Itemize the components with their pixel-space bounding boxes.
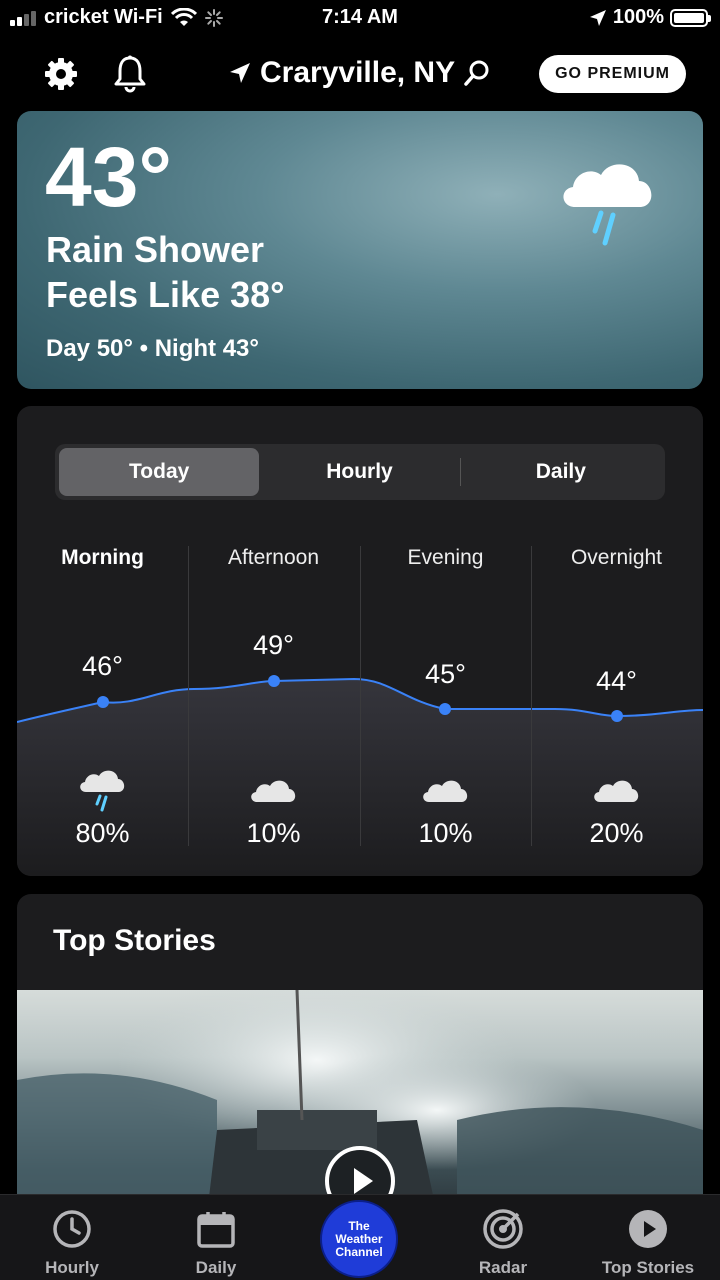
rain-cloud-icon <box>563 164 652 246</box>
tab-bar-radar-label: Radar <box>478 1258 528 1277</box>
tab-bar-top-stories-label: Top Stories <box>601 1258 695 1277</box>
story-video-thumbnail[interactable] <box>17 990 703 1214</box>
current-conditions-card[interactable]: 43° Rain Shower Feels Like 38° Day 50° •… <box>17 111 703 389</box>
period-morning-temp: 46° <box>82 651 123 681</box>
tab-bar-hourly-label: Hourly <box>45 1258 99 1277</box>
battery-icon <box>670 8 711 27</box>
period-evening-temp: 45° <box>425 659 466 689</box>
weather-channel-logo-text: The Weather Channel <box>335 1218 383 1259</box>
period-afternoon-temp: 49° <box>253 630 294 660</box>
current-condition: Rain Shower Feels Like 38° <box>46 227 285 317</box>
notifications-button[interactable] <box>110 54 150 94</box>
period-morning-precip: 80% <box>75 818 130 848</box>
location-selector[interactable]: Craryville, NY <box>228 56 491 90</box>
search-icon[interactable] <box>463 59 491 87</box>
current-temperature: 43° <box>45 130 173 224</box>
tab-bar-daily[interactable]: Daily <box>144 1195 288 1280</box>
cloud-icon <box>360 774 531 822</box>
battery-percent: 100% <box>612 6 664 28</box>
clock-icon <box>50 1207 94 1251</box>
status-bar: cricket Wi-Fi 7:14 AM 100% <box>0 0 720 36</box>
status-right: 100% <box>589 6 711 29</box>
weather-channel-logo-button[interactable]: The Weather Channel <box>320 1200 398 1278</box>
gear-icon <box>45 58 77 90</box>
feels-like-text: Feels Like 38° <box>46 274 285 315</box>
top-stories-title: Top Stories <box>53 924 216 957</box>
tab-bar-top-stories[interactable]: Top Stories <box>576 1195 720 1280</box>
forecast-periods: Morning 46° 80% Afternoon 49° 10% Evenin… <box>17 546 703 848</box>
period-afternoon-precip: 10% <box>246 818 301 848</box>
tab-bar-radar[interactable]: Radar <box>431 1195 575 1280</box>
tab-bar-hourly[interactable]: Hourly <box>0 1195 144 1280</box>
bell-icon <box>114 55 146 93</box>
period-overnight-precip: 20% <box>589 818 644 848</box>
tab-bar-daily-label: Daily <box>195 1258 237 1277</box>
period-afternoon-label: Afternoon <box>227 546 320 569</box>
location-name: Craryville, NY <box>260 56 456 89</box>
condition-text: Rain Shower <box>46 229 265 270</box>
day-night-temps: Day 50° • Night 43° <box>46 335 259 362</box>
top-stories-card: Top Stories <box>17 894 703 1214</box>
go-premium-button[interactable]: GO PREMIUM <box>539 55 686 93</box>
tab-hourly[interactable]: Hourly <box>259 448 459 496</box>
period-overnight-label: Overnight <box>570 546 663 569</box>
calendar-icon <box>194 1207 238 1251</box>
period-evening-label: Evening <box>407 546 484 569</box>
app-header: Craryville, NY GO PREMIUM <box>0 50 720 98</box>
period-overnight-temp: 44° <box>596 666 637 696</box>
location-arrow-icon <box>589 9 606 26</box>
tab-daily[interactable]: Daily <box>461 448 661 496</box>
radar-icon <box>481 1207 525 1251</box>
cloud-icon <box>188 774 359 822</box>
period-evening-precip: 10% <box>418 818 473 848</box>
period-morning-label: Morning <box>61 546 144 569</box>
location-arrow-icon <box>230 63 250 83</box>
forecast-segmented-control: Today Hourly Daily <box>55 444 665 500</box>
cloud-icon <box>531 774 702 822</box>
settings-button[interactable] <box>41 54 81 94</box>
rain-cloud-icon <box>17 766 188 814</box>
play-circle-icon <box>626 1207 670 1251</box>
tab-today[interactable]: Today <box>59 448 260 496</box>
forecast-card: Today Hourly Daily Morning 46° 80% After… <box>17 406 703 876</box>
